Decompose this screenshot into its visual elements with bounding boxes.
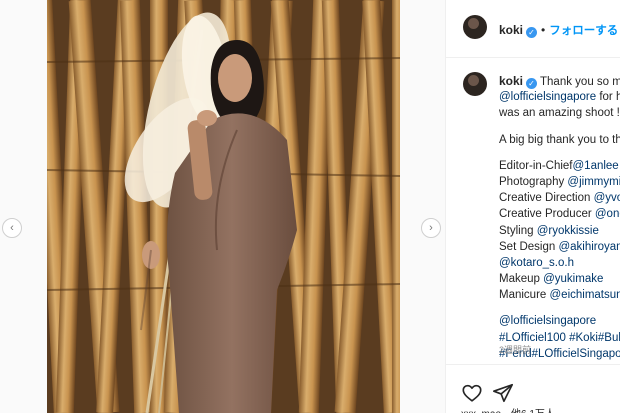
credit-label: Styling — [499, 224, 537, 237]
caption-line: A big big thank you to th — [499, 132, 620, 148]
post-side-panel: koki ✓ • フォローする koki ✓ Thank you so mu @loff… — [445, 0, 620, 413]
hashtag-link[interactable]: #LOfficiel100 #Koki#Bulg — [499, 332, 620, 344]
credit-label: Makeup — [499, 273, 544, 286]
caption-text: for ha — [599, 91, 620, 104]
credit-line: Photography @jimmymin — [499, 174, 620, 190]
credit-label: Manicure — [499, 289, 550, 302]
credit-label: Photography — [499, 175, 568, 188]
caption-gap — [499, 148, 620, 158]
caption-line: koki ✓ Thank you so mu — [499, 73, 620, 89]
likes-summary[interactable]: xxx_mao、他6.1万人 — [461, 405, 555, 413]
mention-link[interactable]: @1anlee — [573, 160, 619, 172]
chevron-right-icon: › — [429, 221, 433, 234]
mention-link[interactable]: @akihiroyama — [558, 241, 620, 253]
mention-link[interactable]: @eichimatsuna — [550, 289, 620, 301]
post-photo[interactable] — [47, 0, 400, 413]
credit-line: Manicure @eichimatsuna — [499, 287, 620, 303]
credit-label: Creative Producer — [499, 208, 595, 221]
like-button[interactable] — [461, 382, 483, 404]
caption-gap — [499, 303, 620, 313]
username-link[interactable]: koki — [499, 23, 523, 37]
share-button[interactable] — [492, 382, 514, 404]
credit-line: Creative Producer @one. — [499, 206, 620, 222]
paper-plane-icon — [493, 383, 513, 403]
credit-line: Editor-in-Chief@1anlee — [499, 158, 620, 174]
post-timestamp[interactable]: 2週間前 — [499, 343, 531, 356]
credit-line: Creative Direction @yvon — [499, 190, 620, 206]
credit-label: Creative Direction — [499, 192, 594, 205]
caption-line: @lofficielsingapore for ha — [499, 89, 620, 105]
heart-outline-icon — [462, 384, 482, 402]
avatar[interactable] — [463, 15, 487, 39]
separator-dot: • — [541, 23, 546, 37]
credit-line: Set Design @akihiroyama — [499, 239, 620, 255]
previous-image-button[interactable]: ‹ — [2, 218, 22, 238]
mention-link[interactable]: @one. — [595, 208, 620, 220]
caption-gap — [499, 122, 620, 132]
follow-button[interactable]: フォローする — [549, 25, 618, 37]
caption-line: @lofficielsingapore — [499, 313, 620, 329]
credit-label: Set Design — [499, 240, 559, 253]
mention-link[interactable]: @kotaro_s.o.h — [499, 257, 574, 269]
caption-username-link[interactable]: koki — [499, 74, 523, 88]
mention-link[interactable]: @ryokkissie — [537, 225, 599, 237]
caption-line: was an amazing shoot ! — [499, 105, 620, 121]
credit-line: @kotaro_s.o.h — [499, 255, 620, 271]
mention-link[interactable]: @yvon — [594, 192, 620, 204]
next-image-button[interactable]: › — [421, 218, 441, 238]
caption-avatar[interactable] — [463, 72, 487, 96]
post-header: koki ✓ • フォローする — [446, 0, 620, 58]
post-caption: koki ✓ Thank you so mu @lofficielsingapor… — [499, 73, 620, 362]
verified-badge-icon: ✓ — [526, 27, 538, 38]
instagram-post-view: ‹ › koki ✓ • フォローする koki ✓ Thank you so mu @… — [0, 0, 620, 413]
mention-link[interactable]: @jimmymin — [567, 176, 620, 188]
mention-link[interactable]: @lofficielsingapore — [499, 91, 596, 103]
mention-link[interactable]: @yukimake — [543, 273, 603, 285]
photo-illustration — [47, 0, 400, 413]
credit-line: Styling @ryokkissie — [499, 223, 620, 239]
caption-text: was an amazing shoot ! — [499, 107, 620, 120]
chevron-left-icon: ‹ — [10, 221, 14, 234]
credit-line: Makeup @yukimake — [499, 271, 620, 287]
credit-label: Editor-in-Chief — [499, 159, 573, 172]
caption-verified-badge-icon: ✓ — [526, 78, 538, 89]
header-user-row: koki ✓ • フォローする — [499, 21, 618, 39]
caption-text: A big big thank you to th — [499, 133, 620, 146]
caption-text: Thank you so mu — [540, 76, 620, 88]
mention-link[interactable]: @lofficielsingapore — [499, 315, 596, 327]
